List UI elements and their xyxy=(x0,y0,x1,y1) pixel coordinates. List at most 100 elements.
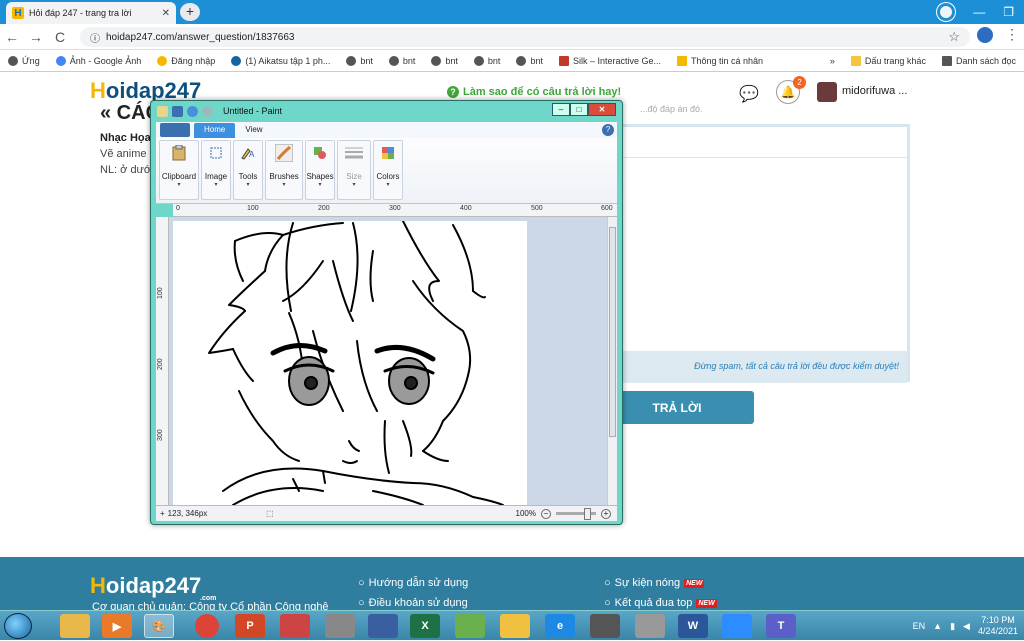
paint-window[interactable]: Untitled - Paint – □ ✕ Home View ? Clipb… xyxy=(150,100,623,525)
bookmark-item[interactable]: bnt xyxy=(466,55,509,66)
url-bar[interactable]: ⓘ hoidap247.com/answer_question/1837663 … xyxy=(80,27,970,47)
vertical-scrollbar[interactable] xyxy=(607,217,617,505)
sticky-notes-icon[interactable] xyxy=(500,614,530,638)
answer-editor-panel[interactable]: Đừng spam, tất cả câu trả lời đều được k… xyxy=(610,124,910,383)
colors-group[interactable]: Colors ▾ xyxy=(373,140,403,200)
zoom-app-icon[interactable] xyxy=(722,614,752,638)
footer-link[interactable]: ○ Kết quả đua top NEW xyxy=(604,597,717,609)
drawing-canvas[interactable] xyxy=(173,220,527,505)
chrome-icon[interactable] xyxy=(195,614,219,638)
size-icon xyxy=(345,144,363,162)
bookmark-item[interactable]: Thông tin cá nhân xyxy=(669,55,771,66)
tools-group[interactable]: A Tools ▾ xyxy=(233,140,263,200)
back-button[interactable]: ← xyxy=(0,29,24,45)
shapes-group[interactable]: Shapes ▾ xyxy=(305,140,335,200)
paint-app-icon[interactable] xyxy=(157,105,168,117)
system-tray: EN ▲ ▮ ◀ 7:10 PM 4/24/2021 xyxy=(913,611,1018,641)
word-icon[interactable]: W xyxy=(678,614,708,638)
globe-icon xyxy=(516,55,527,66)
bookmark-star-icon[interactable]: ☆ xyxy=(948,29,960,45)
media-player-icon[interactable]: ▶ xyxy=(102,614,132,638)
folder-icon xyxy=(850,55,861,66)
footer-logo[interactable]: Hoidap247 .com xyxy=(90,573,216,602)
start-button[interactable] xyxy=(4,613,32,639)
clipboard-group[interactable]: Clipboard ▾ xyxy=(159,140,199,200)
browser-tab[interactable]: H Hỏi đáp 247 - trang tra lời ✕ xyxy=(6,2,176,24)
pen-icon[interactable] xyxy=(590,614,620,638)
bookmark-site-icon xyxy=(231,55,242,66)
profile-icon[interactable] xyxy=(937,3,956,21)
scroll-thumb[interactable] xyxy=(609,227,616,437)
bookmark-item[interactable]: (1) Aikatsu tập 1 ph... xyxy=(223,55,338,66)
paint-minimize-button[interactable]: – xyxy=(552,103,570,116)
paint-maximize-button[interactable]: □ xyxy=(570,103,588,116)
save-icon[interactable] xyxy=(172,105,183,117)
bookmark-item[interactable]: bnt xyxy=(338,55,381,66)
minimize-button[interactable]: — xyxy=(973,5,985,19)
bookmark-item[interactable]: Silk – Interactive Ge... xyxy=(551,55,669,66)
paint-taskbar-icon[interactable]: 🎨 xyxy=(144,614,174,638)
extension-icon[interactable] xyxy=(977,27,993,43)
app-icon[interactable] xyxy=(635,614,665,638)
zoom-out-button[interactable]: − xyxy=(541,508,551,519)
paint-close-button[interactable]: ✕ xyxy=(588,103,616,116)
network-icon[interactable]: ▮ xyxy=(950,621,955,632)
help-icon[interactable]: ? xyxy=(602,124,614,136)
submit-answer-button[interactable]: TRẢ LỜI xyxy=(600,391,754,424)
powerpoint-icon[interactable]: P xyxy=(235,614,265,638)
browser-menu-icon[interactable]: ⋮ xyxy=(1005,26,1019,43)
silk-icon xyxy=(558,55,569,66)
zoom-slider[interactable] xyxy=(556,508,596,520)
hoidap-favicon-icon xyxy=(677,55,687,66)
answer-tip-link[interactable]: ? Làm sao để có câu trả lời hay! xyxy=(447,86,621,98)
reading-list[interactable]: Danh sách đọc xyxy=(934,55,1024,66)
volume-icon[interactable]: ◀ xyxy=(963,621,970,632)
paint-titlebar[interactable]: Untitled - Paint – □ ✕ xyxy=(151,101,622,121)
maximize-button[interactable]: ❐ xyxy=(1003,5,1014,19)
divider xyxy=(613,157,907,158)
footer-link[interactable]: ○ Hướng dẫn sử dụng xyxy=(358,577,468,589)
svg-text:A: A xyxy=(249,150,255,159)
app-icon[interactable] xyxy=(280,614,310,638)
apps-shortcut[interactable]: Ứng xyxy=(0,55,48,66)
tray-arrow-icon[interactable]: ▲ xyxy=(933,621,942,631)
tab-close-icon[interactable]: ✕ xyxy=(162,8,170,19)
language-indicator[interactable]: EN xyxy=(913,621,926,631)
new-tab-button[interactable]: + xyxy=(180,3,200,21)
reload-button[interactable]: C xyxy=(48,29,72,45)
app-icon[interactable] xyxy=(368,614,398,638)
avatar[interactable] xyxy=(817,82,837,102)
zoom-in-button[interactable]: + xyxy=(601,508,611,519)
footer-link[interactable]: ○ Điều khoản sử dụng xyxy=(358,597,468,609)
canvas-area[interactable] xyxy=(169,217,607,505)
circle-bullet-icon: ○ xyxy=(604,577,611,589)
paint-menu-button[interactable] xyxy=(160,123,190,137)
bookmarks-overflow-button[interactable]: » xyxy=(822,56,843,66)
bookmark-item[interactable]: Ảnh - Google Ảnh xyxy=(48,55,150,66)
chat-icon[interactable]: 💬 xyxy=(739,84,759,104)
teams-icon[interactable]: T xyxy=(766,614,796,638)
redo-icon[interactable] xyxy=(202,105,213,117)
tab-home[interactable]: Home xyxy=(194,123,236,138)
other-bookmarks[interactable]: Dấu trang khác xyxy=(843,55,934,66)
ie-icon[interactable]: e xyxy=(545,614,575,638)
bookmark-item[interactable]: bnt xyxy=(508,55,551,66)
file-explorer-icon[interactable] xyxy=(60,614,90,638)
bookmark-item[interactable]: bnt xyxy=(381,55,424,66)
bookmark-item[interactable]: Đăng nhập xyxy=(149,55,223,66)
bookmark-item[interactable]: bnt xyxy=(423,55,466,66)
footer-link[interactable]: ○ Sự kiện nóng NEW xyxy=(604,577,705,589)
excel-icon[interactable]: X xyxy=(410,614,440,638)
brushes-group[interactable]: Brushes ▾ xyxy=(265,140,303,200)
image-group[interactable]: Image ▾ xyxy=(201,140,231,200)
site-info-icon[interactable]: ⓘ xyxy=(90,30,100,45)
size-group: Size ▾ xyxy=(337,140,371,200)
tab-view[interactable]: View xyxy=(235,123,272,138)
calculator-icon[interactable] xyxy=(325,614,355,638)
notification-badge: 2 xyxy=(793,76,806,89)
app-icon[interactable] xyxy=(455,614,485,638)
undo-icon[interactable] xyxy=(187,105,198,117)
forward-button[interactable]: → xyxy=(24,29,48,45)
username[interactable]: midorifuwa ... xyxy=(842,85,907,97)
clock[interactable]: 7:10 PM 4/24/2021 xyxy=(978,615,1018,637)
